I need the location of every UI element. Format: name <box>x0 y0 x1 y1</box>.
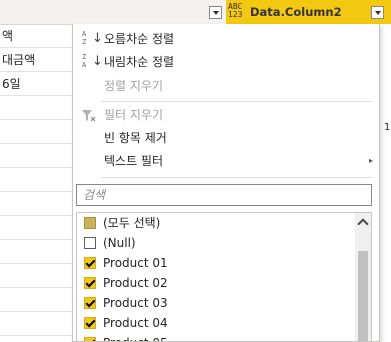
cell-value: 1 <box>384 122 391 133</box>
filter-value-list: (모두 선택) (Null) Product 01 Product 02 Pro… <box>76 212 372 342</box>
search-field[interactable] <box>76 184 372 206</box>
grid-cell[interactable] <box>0 216 72 240</box>
grid-cell[interactable] <box>0 120 72 144</box>
grid-cell[interactable]: 대금액 <box>0 48 72 72</box>
grid-cell[interactable] <box>0 96 72 120</box>
grid-cell[interactable] <box>0 168 72 192</box>
sort-ascending-item[interactable]: A Z ↓ 오름차순 정렬 <box>73 28 381 50</box>
column2-dropdown-button[interactable] <box>371 6 384 19</box>
data-grid: 액 대금액 6일 <box>0 0 72 342</box>
grid-cell[interactable] <box>0 192 72 216</box>
sort-descending-icon: Z A ↓ <box>82 53 103 70</box>
grid-cell[interactable] <box>0 144 72 168</box>
menu-item-label: 빈 항목 제거 <box>104 131 167 145</box>
filter-dropdown-menu: A Z ↓ 오름차순 정렬 Z A ↓ 내림차순 정렬 정렬 지우기 필터 지우… <box>72 24 380 342</box>
checkbox[interactable] <box>84 277 96 289</box>
grid-cell[interactable]: 액 <box>0 24 72 48</box>
grid-cell[interactable]: 6일 <box>0 72 72 96</box>
menu-item-label: 텍스트 필터 <box>104 154 164 168</box>
list-scrollbar[interactable] <box>355 213 371 341</box>
filter-clear-icon <box>81 108 97 122</box>
checkbox[interactable] <box>84 337 96 341</box>
filter-option[interactable]: Product 04 <box>77 313 355 333</box>
column2-header[interactable]: ABC 123 Data.Column2 <box>226 0 391 24</box>
grid-cell[interactable] <box>0 288 72 312</box>
submenu-arrow-icon: ▸ <box>368 156 373 165</box>
grid-cell[interactable] <box>0 240 72 264</box>
checkbox[interactable] <box>84 217 96 229</box>
filter-option[interactable]: Product 05 <box>77 333 355 341</box>
column1-dropdown-button[interactable] <box>209 6 222 19</box>
grid-header <box>0 0 72 25</box>
checkbox[interactable] <box>84 257 96 269</box>
text-type-icon[interactable]: ABC 123 <box>228 3 242 19</box>
menu-item-label: 내림차순 정렬 <box>104 55 175 69</box>
search-input[interactable] <box>77 185 371 205</box>
column2-name: Data.Column2 <box>250 5 342 19</box>
grid-cell[interactable] <box>0 312 72 336</box>
sort-ascending-icon: A Z ↓ <box>82 30 103 47</box>
filter-option[interactable]: (Null) <box>77 233 355 253</box>
menu-item-label: 오름차순 정렬 <box>104 32 175 46</box>
sort-descending-item[interactable]: Z A ↓ 내림차순 정렬 <box>73 51 381 73</box>
filter-option[interactable]: Product 03 <box>77 293 355 313</box>
filter-option[interactable]: Product 01 <box>77 253 355 273</box>
clear-sort-item[interactable]: 정렬 지우기 <box>73 75 381 97</box>
filter-option-select-all[interactable]: (모두 선택) <box>77 213 355 233</box>
grid-cell[interactable] <box>0 264 72 288</box>
checkbox[interactable] <box>84 317 96 329</box>
scroll-thumb[interactable] <box>358 251 368 341</box>
remove-empty-item[interactable]: 빈 항목 제거 <box>73 127 381 149</box>
menu-separator <box>101 101 373 102</box>
scroll-up-icon[interactable] <box>355 213 371 231</box>
text-filter-item[interactable]: 텍스트 필터 ▸ <box>73 150 381 172</box>
menu-item-label: 필터 지우기 <box>104 108 164 122</box>
menu-separator <box>101 177 373 178</box>
menu-item-label: 정렬 지우기 <box>104 79 164 93</box>
clear-filter-item[interactable]: 필터 지우기 <box>73 104 381 126</box>
checkbox[interactable] <box>84 237 96 249</box>
filter-option[interactable]: Product 02 <box>77 273 355 293</box>
checkbox[interactable] <box>84 297 96 309</box>
